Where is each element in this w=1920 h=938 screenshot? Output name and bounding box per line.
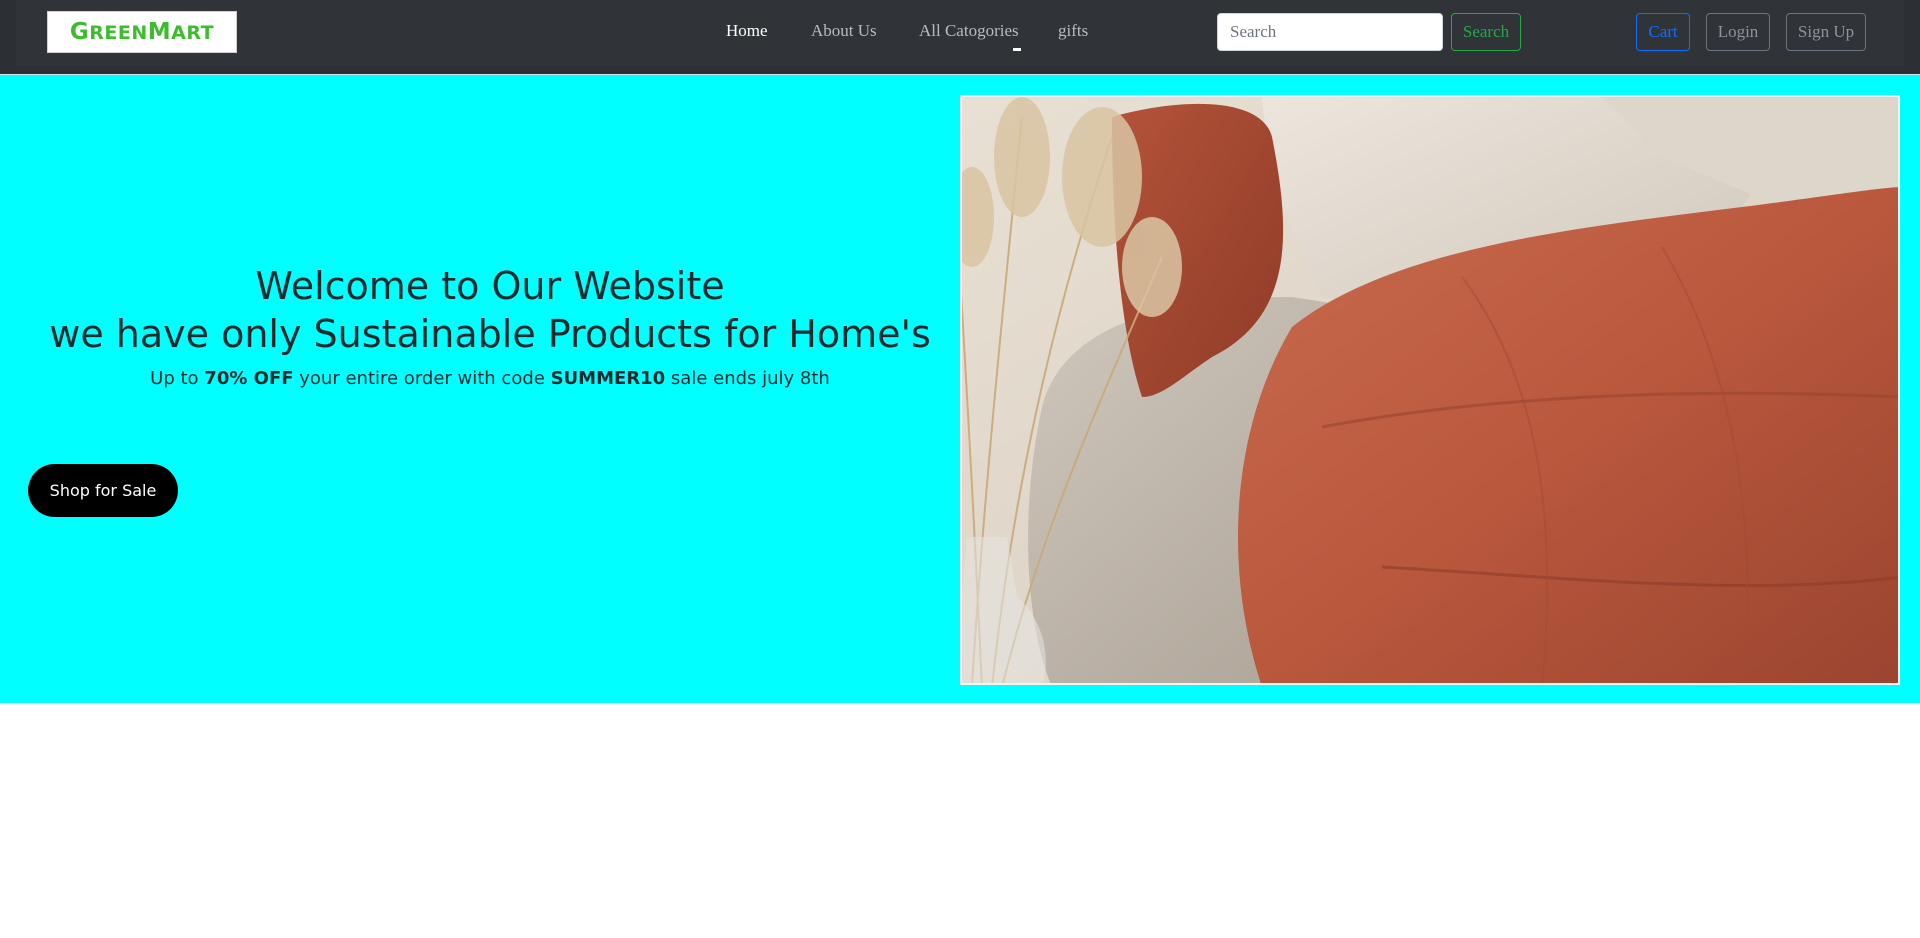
search-button[interactable]: Search: [1451, 13, 1521, 51]
dropdown-indicator: [1013, 48, 1021, 51]
brand-logo[interactable]: GREENMART: [47, 11, 237, 53]
navbar: GREENMART Home About Us All Catogories g…: [0, 0, 1920, 74]
hero-title-line2: we have only Sustainable Products for Ho…: [49, 312, 931, 356]
nav-item-home[interactable]: Home: [726, 21, 768, 41]
signup-button[interactable]: Sign Up: [1786, 13, 1866, 51]
cart-button[interactable]: Cart: [1636, 13, 1690, 51]
hero-title: Welcome to Our Website we have only Sust…: [0, 262, 980, 358]
nav-item-all-categories[interactable]: All Catogories: [919, 21, 1019, 41]
hero-title-line1: Welcome to Our Website: [255, 264, 725, 308]
hero-bedroom-image: [960, 95, 1900, 685]
nav-item-about-us[interactable]: About Us: [811, 21, 877, 41]
brand-logo-text: GREENMART: [69, 19, 215, 45]
login-button[interactable]: Login: [1706, 13, 1770, 51]
search-input[interactable]: [1217, 13, 1443, 51]
discount-amount: 70% OFF: [204, 368, 294, 389]
hero-promo-text: Up to 70% OFF your entire order with cod…: [150, 368, 830, 389]
shop-for-sale-button[interactable]: Shop for Sale: [28, 464, 178, 517]
promo-code: SUMMER10: [550, 368, 666, 389]
hero-banner: Welcome to Our Website we have only Sust…: [0, 74, 1920, 703]
nav-item-gifts[interactable]: gifts: [1058, 21, 1088, 41]
